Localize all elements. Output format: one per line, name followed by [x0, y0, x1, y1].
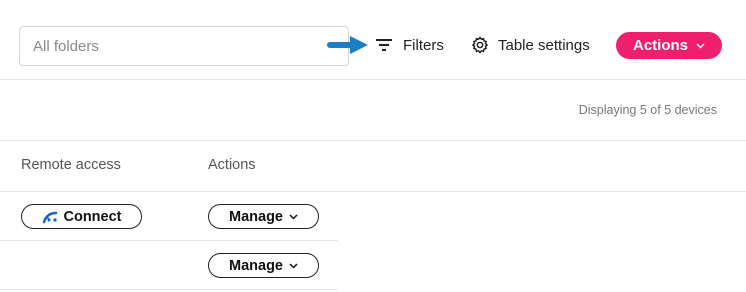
chevron-down-icon: [289, 262, 298, 269]
column-header-actions: Actions: [208, 157, 256, 173]
toolbar: All folders Filters Table settings Actio…: [0, 0, 746, 80]
manage-button[interactable]: Manage: [208, 204, 319, 229]
folder-select[interactable]: All folders: [19, 26, 349, 66]
table-settings-label: Table settings: [498, 36, 590, 54]
table-settings-button[interactable]: Table settings: [471, 34, 590, 56]
remote-connect-icon: [42, 211, 57, 223]
device-count-text: Displaying 5 of 5 devices: [578, 103, 717, 117]
status-bar: Displaying 5 of 5 devices: [0, 80, 746, 141]
chevron-down-icon: [289, 213, 298, 220]
filters-button[interactable]: Filters: [375, 34, 444, 56]
table-header: Remote access Actions: [0, 141, 746, 192]
folder-select-placeholder: All folders: [33, 37, 99, 55]
filter-icon: [376, 39, 392, 51]
table-row: Connect Manage: [0, 192, 338, 241]
table-row: Manage: [0, 241, 338, 290]
manage-label: Manage: [229, 257, 283, 274]
actions-dropdown-button[interactable]: Actions: [616, 32, 722, 59]
actions-label: Actions: [632, 37, 688, 54]
chevron-down-icon: [696, 42, 705, 49]
manage-label: Manage: [229, 208, 283, 225]
column-header-remote-access: Remote access: [21, 157, 121, 173]
gear-icon: [471, 36, 489, 54]
pointer-arrow-icon: [327, 36, 368, 54]
filters-label: Filters: [403, 36, 444, 54]
connect-label: Connect: [63, 208, 122, 225]
manage-button[interactable]: Manage: [208, 253, 319, 278]
connect-button[interactable]: Connect: [21, 204, 142, 229]
